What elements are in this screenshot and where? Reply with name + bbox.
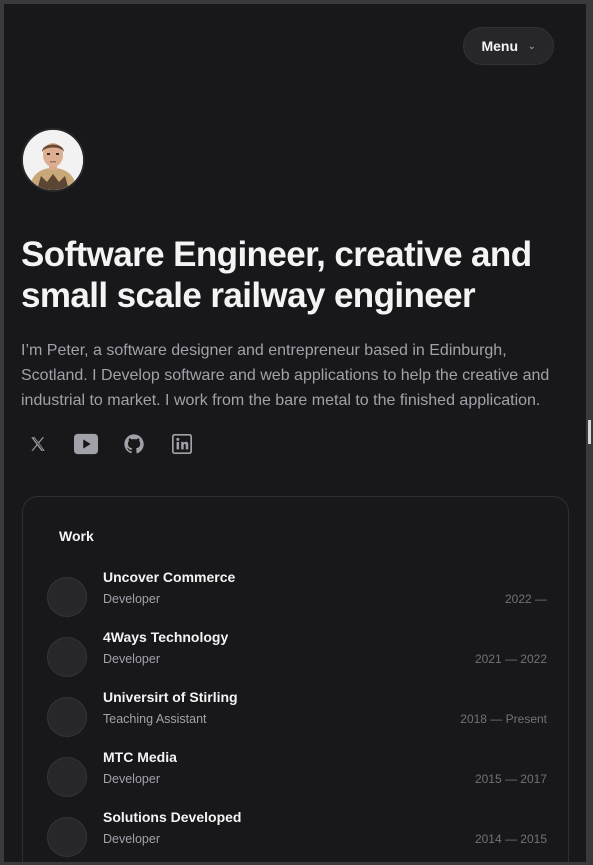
job-dates: 2022 — (504, 592, 547, 606)
github-link[interactable] (122, 432, 146, 456)
youtube-icon (74, 433, 98, 455)
job-role: Developer (103, 832, 160, 846)
x-icon (31, 437, 45, 451)
company-logo (47, 697, 87, 737)
job-dates: 2014 — 2015 (474, 832, 547, 846)
chevron-down-icon: ⌄ (528, 41, 536, 51)
scrollbar[interactable] (588, 420, 591, 444)
work-title: Work (59, 528, 94, 544)
company-name: 4Ways Technology (103, 629, 229, 645)
job-dates: 2015 — 2017 (474, 772, 547, 786)
company-name: Universirt of Stirling (103, 689, 238, 705)
github-icon (124, 434, 144, 454)
company-logo (47, 637, 87, 677)
x-link[interactable] (26, 432, 50, 456)
job-role: Developer (103, 592, 160, 606)
avatar[interactable] (21, 128, 85, 192)
menu-button[interactable]: Menu ⌄ (463, 27, 554, 65)
company-logo (47, 577, 87, 617)
job-item: 4Ways Technology Developer 2021 — 2022 (47, 629, 547, 677)
page-title: Software Engineer, creative and small sc… (21, 235, 532, 315)
linkedin-icon (172, 434, 192, 454)
company-logo (47, 757, 87, 797)
page: Menu ⌄ Software Engineer, creative and s… (4, 4, 586, 862)
company-name: MTC Media (103, 749, 177, 765)
job-dates: 2021 — 2022 (474, 652, 547, 666)
avatar-photo (23, 130, 83, 190)
work-section: Work Uncover Commerce Developer 2022 — 4… (22, 496, 569, 862)
social-links (26, 432, 194, 456)
job-role: Developer (103, 772, 160, 786)
job-role: Developer (103, 652, 160, 666)
linkedin-link[interactable] (170, 432, 194, 456)
company-logo (47, 817, 87, 857)
intro-text: I’m Peter, a software designer and entre… (21, 342, 550, 409)
company-name: Uncover Commerce (103, 569, 236, 585)
job-item: Uncover Commerce Developer 2022 — (47, 569, 547, 617)
company-name: Solutions Developed (103, 809, 242, 825)
youtube-link[interactable] (74, 432, 98, 456)
menu-label: Menu (481, 38, 518, 54)
job-role: Teaching Assistant (103, 712, 207, 726)
job-item: Universirt of Stirling Teaching Assistan… (47, 689, 547, 737)
job-dates: 2018 — Present (460, 712, 547, 726)
job-item: Solutions Developed Developer 2014 — 201… (47, 809, 547, 857)
job-item: MTC Media Developer 2015 — 2017 (47, 749, 547, 797)
